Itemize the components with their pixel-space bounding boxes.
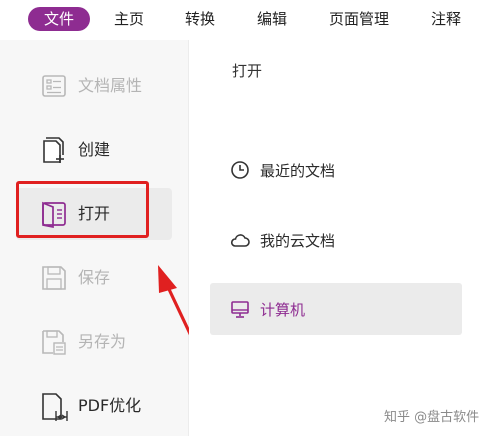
tab-page-management[interactable]: 页面管理: [318, 7, 400, 31]
sidebar-item-label: 文档属性: [78, 76, 143, 95]
tab-home[interactable]: 主页: [104, 7, 154, 31]
tab-edit[interactable]: 编辑: [246, 7, 298, 31]
cloud-icon: [230, 234, 250, 247]
save-icon: [42, 266, 66, 290]
location-label: 我的云文档: [260, 231, 336, 250]
clock-icon: [231, 161, 249, 179]
pdf-optimize-icon: [42, 393, 68, 421]
location-recent-documents[interactable]: 最近的文档: [210, 144, 462, 196]
open-section-title: 打开: [232, 62, 263, 80]
location-my-cloud-documents[interactable]: 我的云文档: [210, 214, 462, 266]
watermark-text: 知乎 @盘古软件: [384, 410, 480, 425]
tab-annotate[interactable]: 注释: [420, 7, 472, 31]
location-label: 最近的文档: [260, 161, 336, 180]
highlight-annotation-box: [16, 181, 149, 238]
sidebar-item-save-as[interactable]: 另存为: [0, 316, 188, 368]
save-as-icon: [42, 330, 66, 355]
sidebar-item-save[interactable]: 保存: [0, 252, 188, 304]
ribbon-tab-bar: 文件 主页 转换 编辑 页面管理 注释: [0, 0, 501, 40]
sidebar-item-label: PDF优化: [78, 396, 142, 415]
tab-file[interactable]: 文件: [28, 7, 90, 31]
create-document-icon: [43, 137, 64, 163]
sidebar-item-label: 另存为: [78, 332, 127, 351]
sidebar-item-label: 保存: [78, 268, 111, 287]
sidebar-item-create[interactable]: 创建: [0, 124, 188, 176]
tab-convert[interactable]: 转换: [174, 7, 226, 31]
sidebar-item-pdf-optimize[interactable]: PDF优化: [0, 380, 188, 432]
sidebar-item-label: 创建: [78, 140, 111, 159]
computer-icon: [231, 301, 249, 318]
document-properties-icon: [42, 75, 66, 97]
location-computer[interactable]: 计算机: [210, 283, 462, 335]
location-label: 计算机: [260, 300, 306, 319]
sidebar-item-document-properties[interactable]: 文档属性: [0, 60, 188, 112]
